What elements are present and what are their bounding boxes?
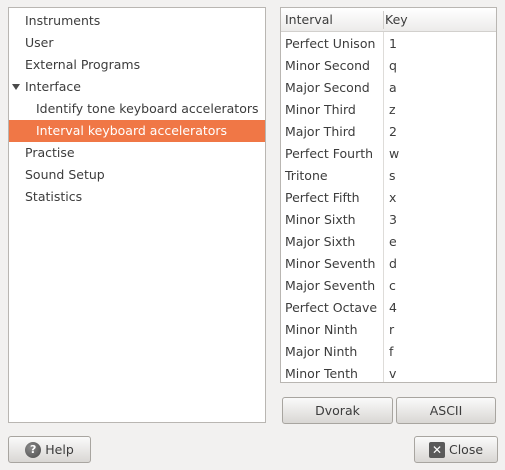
cell-key[interactable]: 3 xyxy=(389,209,397,231)
cell-key[interactable]: x xyxy=(389,187,396,209)
sidebar-item-statistics[interactable]: Statistics xyxy=(9,186,265,208)
sidebar-item-external-programs[interactable]: External Programs xyxy=(9,54,265,76)
cell-key[interactable]: s xyxy=(389,165,396,187)
sidebar-item-label: Identify tone keyboard accelerators xyxy=(36,101,259,116)
sidebar-item-sound-setup[interactable]: Sound Setup xyxy=(9,164,265,186)
table-row[interactable]: Minor Third z xyxy=(281,99,496,121)
sidebar-item-interface[interactable]: Interface xyxy=(9,76,265,98)
column-header-interval[interactable]: Interval xyxy=(285,8,381,32)
cell-key[interactable]: q xyxy=(389,55,397,77)
sidebar-item-label: Interface xyxy=(25,79,81,94)
sidebar-item-label: Instruments xyxy=(25,13,101,28)
sidebar-item-label: Sound Setup xyxy=(25,167,105,182)
table-row[interactable]: Minor Ninth r xyxy=(281,319,496,341)
cell-interval: Minor Sixth xyxy=(285,212,356,227)
table-row[interactable]: Perfect Fifth x xyxy=(281,187,496,209)
table-row[interactable]: Major Second a xyxy=(281,77,496,99)
cell-interval: Tritone xyxy=(285,168,328,183)
dvorak-button-label: Dvorak xyxy=(315,403,360,418)
interval-key-table[interactable]: Interval Key Perfect Unison 1 Minor Second… xyxy=(280,7,497,383)
close-button[interactable]: ✕ Close xyxy=(414,436,498,463)
sidebar-item-label: Interval keyboard accelerators xyxy=(36,123,228,138)
sidebar-item-label: Statistics xyxy=(25,189,83,204)
cell-interval: Perfect Unison xyxy=(285,36,376,51)
cell-interval: Major Sixth xyxy=(285,234,356,249)
cell-key[interactable]: c xyxy=(389,275,396,297)
sidebar-item-practise[interactable]: Practise xyxy=(9,142,265,164)
table-row[interactable]: Major Ninth f xyxy=(281,341,496,363)
ascii-button[interactable]: ASCII xyxy=(396,397,496,424)
cell-interval: Perfect Octave xyxy=(285,300,378,315)
cell-key[interactable]: r xyxy=(389,319,394,341)
cell-interval: Minor Tenth xyxy=(285,366,358,381)
table-row[interactable]: Perfect Octave 4 xyxy=(281,297,496,319)
cell-interval: Major Ninth xyxy=(285,344,358,359)
column-header-key[interactable]: Key xyxy=(385,8,485,32)
cell-key[interactable]: v xyxy=(389,363,396,382)
close-button-label: Close xyxy=(448,442,484,457)
cell-key[interactable]: f xyxy=(389,341,393,363)
sidebar-item-interval-keyboard-accelerators[interactable]: Interval keyboard accelerators xyxy=(9,120,265,142)
close-icon: ✕ xyxy=(428,441,445,458)
cell-interval: Major Second xyxy=(285,80,370,95)
dvorak-button[interactable]: Dvorak xyxy=(282,397,393,424)
cell-interval: Major Seventh xyxy=(285,278,376,293)
cell-key[interactable]: 2 xyxy=(389,121,397,143)
table-row[interactable]: Tritone s xyxy=(281,165,496,187)
cell-key[interactable]: e xyxy=(389,231,397,253)
table-row[interactable]: Minor Seventh d xyxy=(281,253,496,275)
cell-interval: Perfect Fifth xyxy=(285,190,360,205)
ascii-button-label: ASCII xyxy=(429,403,463,418)
cell-interval: Minor Third xyxy=(285,102,356,117)
table-row[interactable]: Major Seventh c xyxy=(281,275,496,297)
cell-interval: Minor Second xyxy=(285,58,370,73)
help-icon: ? xyxy=(25,441,42,458)
cell-key[interactable]: 4 xyxy=(389,297,397,319)
sidebar-item-identify-tone-keyboard-accelerators[interactable]: Identify tone keyboard accelerators xyxy=(9,98,265,120)
sidebar-item-label: User xyxy=(25,35,54,50)
table-header: Interval Key xyxy=(281,8,496,32)
table-row[interactable]: Major Sixth e xyxy=(281,231,496,253)
cell-interval: Major Third xyxy=(285,124,356,139)
vertical-scrollbar[interactable] xyxy=(484,32,496,382)
cell-interval: Minor Seventh xyxy=(285,256,376,271)
cell-interval: Perfect Fourth xyxy=(285,146,374,161)
table-row[interactable]: Perfect Fourth w xyxy=(281,143,496,165)
sidebar-item-user[interactable]: User xyxy=(9,32,265,54)
cell-key[interactable]: a xyxy=(389,77,397,99)
sidebar-item-instruments[interactable]: Instruments xyxy=(9,10,265,32)
sidebar-item-label: External Programs xyxy=(25,57,141,72)
cell-key[interactable]: d xyxy=(389,253,397,275)
table-row[interactable]: Perfect Unison 1 xyxy=(281,33,496,55)
triangle-down-icon[interactable] xyxy=(12,84,20,90)
cell-key[interactable]: w xyxy=(389,143,399,165)
table-row[interactable]: Minor Tenth v xyxy=(281,363,496,382)
table-row[interactable]: Minor Sixth 3 xyxy=(281,209,496,231)
sidebar-item-label: Practise xyxy=(25,145,75,160)
table-row[interactable]: Major Third 2 xyxy=(281,121,496,143)
preferences-tree[interactable]: Instruments User External Programs Inter… xyxy=(8,7,266,423)
help-button-label: Help xyxy=(45,442,74,457)
cell-interval: Minor Ninth xyxy=(285,322,358,337)
cell-key[interactable]: z xyxy=(389,99,396,121)
cell-key[interactable]: 1 xyxy=(389,33,397,55)
help-button[interactable]: ? Help xyxy=(8,436,91,463)
column-divider xyxy=(383,11,384,29)
table-row[interactable]: Minor Second q xyxy=(281,55,496,77)
